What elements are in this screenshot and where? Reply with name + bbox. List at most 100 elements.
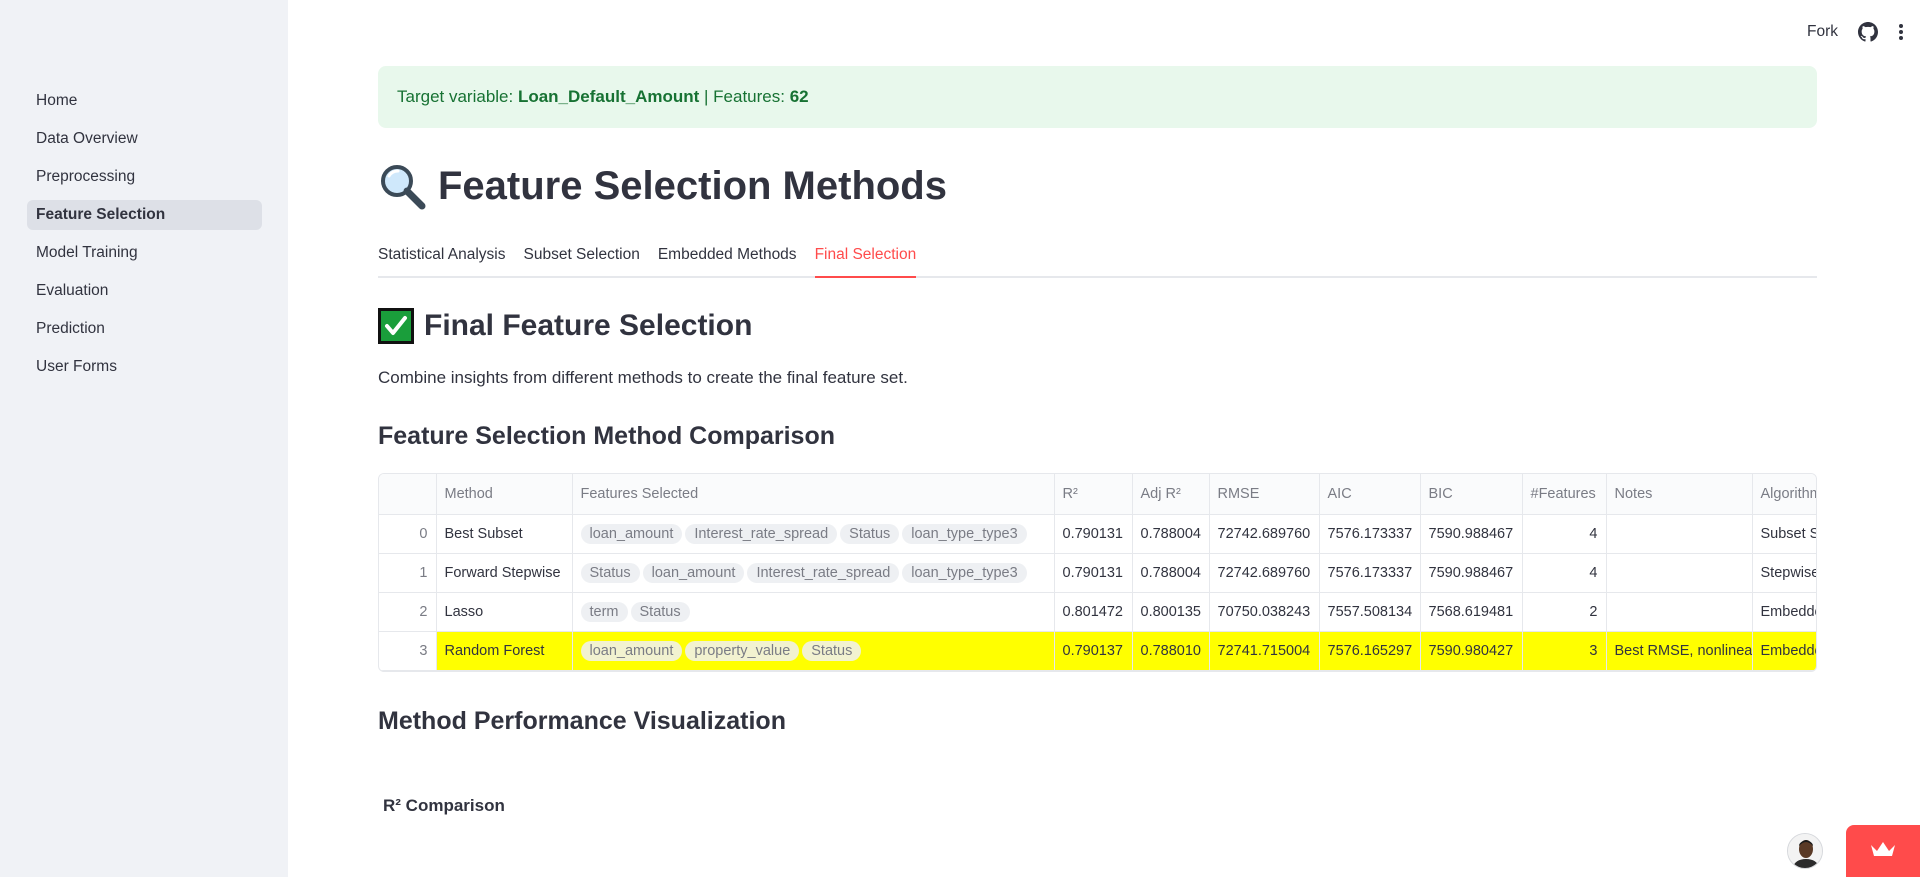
bic-cell[interactable]: 7568.619481: [1420, 592, 1523, 632]
notes-cell[interactable]: [1606, 553, 1753, 593]
table-row[interactable]: 3 Random Forest loan_amount property_value S…: [379, 631, 1816, 671]
rmse-cell[interactable]: 72742.689760: [1209, 514, 1320, 554]
sidebar-item-user-forms[interactable]: User Forms: [27, 352, 262, 382]
features-selected-cell[interactable]: term Status: [572, 592, 1055, 632]
table-header-cell[interactable]: Notes: [1606, 474, 1753, 515]
adj-r2-cell[interactable]: 0.788004: [1132, 514, 1210, 554]
page-title: Feature Selection Methods: [438, 163, 947, 208]
table-row[interactable]: 2 Lasso term Status 0.801472 0.800135 70750.03…: [379, 592, 1816, 632]
table-header-cell[interactable]: R²: [1054, 474, 1133, 515]
num-features-cell[interactable]: 2: [1522, 592, 1607, 632]
check-mark-icon: [378, 308, 414, 344]
success-alert: Target variable: Loan_Default_Amount | F…: [378, 66, 1817, 128]
tab-final-selection[interactable]: Final Selection: [814, 240, 917, 278]
table-header-cell[interactable]: RMSE: [1209, 474, 1320, 515]
num-features-cell[interactable]: 4: [1522, 553, 1607, 593]
r2-cell[interactable]: 0.790131: [1054, 514, 1133, 554]
creator-avatar-icon[interactable]: [1787, 833, 1823, 869]
feature-chip: property_value: [685, 640, 800, 661]
table-header-cell[interactable]: #Features: [1522, 474, 1607, 515]
feature-chip: loan_amount: [580, 523, 683, 544]
sidebar-item-preprocessing[interactable]: Preprocessing: [27, 162, 262, 192]
sidebar-item-prediction[interactable]: Prediction: [27, 314, 262, 344]
aic-cell[interactable]: 7576.165297: [1319, 631, 1421, 671]
adj-r2-cell[interactable]: 0.800135: [1132, 592, 1210, 632]
num-features-cell[interactable]: 3: [1522, 631, 1607, 671]
algorithm-cell[interactable]: Embedde: [1752, 592, 1816, 632]
row-index-cell[interactable]: 1: [379, 553, 437, 593]
sidebar-nav: Home Data Overview Preprocessing Feature Se…: [27, 86, 262, 390]
sidebar: Home Data Overview Preprocessing Feature Se…: [0, 0, 288, 877]
aic-cell[interactable]: 7576.173337: [1319, 553, 1421, 593]
section-title-row: Final Feature Selection: [378, 308, 752, 344]
table-header-cell[interactable]: AIC: [1319, 474, 1421, 515]
r2-cell[interactable]: 0.790131: [1054, 553, 1133, 593]
table-header-cell[interactable]: Algorithm: [1752, 474, 1816, 515]
method-cell[interactable]: Lasso: [436, 592, 573, 632]
table-header-cell[interactable]: [379, 474, 437, 515]
row-index-cell[interactable]: 0: [379, 514, 437, 554]
bic-cell[interactable]: 7590.988467: [1420, 514, 1523, 554]
sidebar-item-home[interactable]: Home: [27, 86, 262, 116]
method-cell[interactable]: Random Forest: [436, 631, 573, 671]
feature-chip: Interest_rate_spread: [685, 523, 838, 544]
sidebar-item-model-training[interactable]: Model Training: [27, 238, 262, 268]
alert-separator: | Features:: [699, 87, 790, 106]
row-index-cell[interactable]: 3: [379, 631, 437, 671]
method-cell[interactable]: Forward Stepwise: [436, 553, 573, 593]
magnifier-icon: [378, 162, 426, 210]
fork-button[interactable]: Fork: [1807, 23, 1838, 41]
feature-chip: loan_type_type3: [902, 523, 1027, 544]
features-selected-cell[interactable]: loan_amount property_value Status: [572, 631, 1055, 671]
table-header-cell[interactable]: Features Selected: [572, 474, 1055, 515]
feature-chip: loan_amount: [580, 640, 683, 661]
algorithm-cell[interactable]: Subset S: [1752, 514, 1816, 554]
features-selected-cell[interactable]: loan_amount Interest_rate_spread Status loa…: [572, 514, 1055, 554]
row-index-cell[interactable]: 2: [379, 592, 437, 632]
feature-chip: Status: [630, 601, 690, 622]
table-header-cell[interactable]: Adj R²: [1132, 474, 1210, 515]
kebab-menu-icon[interactable]: [1898, 23, 1904, 41]
aic-cell[interactable]: 7557.508134: [1319, 592, 1421, 632]
feature-chip: Interest_rate_spread: [747, 562, 900, 583]
notes-cell[interactable]: [1606, 592, 1753, 632]
r2-cell[interactable]: 0.801472: [1054, 592, 1133, 632]
bic-cell[interactable]: 7590.988467: [1420, 553, 1523, 593]
table-row[interactable]: 0 Best Subset loan_amount Interest_rate_spr…: [379, 514, 1816, 554]
top-toolbar: Fork: [1807, 18, 1904, 46]
r2-cell[interactable]: 0.790137: [1054, 631, 1133, 671]
notes-cell[interactable]: Best RMSE, nonlinear: [1606, 631, 1753, 671]
tab-statistical-analysis[interactable]: Statistical Analysis: [378, 240, 506, 278]
table-row[interactable]: 1 Forward Stepwise Status loan_amount Intere…: [379, 553, 1816, 593]
algorithm-cell[interactable]: Stepwise: [1752, 553, 1816, 593]
github-icon[interactable]: [1858, 22, 1878, 42]
sidebar-item-data-overview[interactable]: Data Overview: [27, 124, 262, 154]
comparison-table[interactable]: Method Features Selected R² Adj R² RMSE AIC BI…: [378, 473, 1817, 672]
sidebar-item-evaluation[interactable]: Evaluation: [27, 276, 262, 306]
rmse-cell[interactable]: 72742.689760: [1209, 553, 1320, 593]
feature-chip: Status: [802, 640, 862, 661]
section-description: Combine insights from different methods …: [378, 368, 908, 387]
num-features-cell[interactable]: 4: [1522, 514, 1607, 554]
tab-embedded-methods[interactable]: Embedded Methods: [658, 240, 797, 278]
bic-cell[interactable]: 7590.980427: [1420, 631, 1523, 671]
tab-subset-selection[interactable]: Subset Selection: [524, 240, 640, 278]
method-cell[interactable]: Best Subset: [436, 514, 573, 554]
sidebar-item-feature-selection[interactable]: Feature Selection: [27, 200, 262, 230]
rmse-cell[interactable]: 70750.038243: [1209, 592, 1320, 632]
table-header-cell[interactable]: BIC: [1420, 474, 1523, 515]
feature-chip: Status: [840, 523, 900, 544]
table-header-cell[interactable]: Method: [436, 474, 573, 515]
rmse-cell[interactable]: 72741.715004: [1209, 631, 1320, 671]
adj-r2-cell[interactable]: 0.788010: [1132, 631, 1210, 671]
algorithm-cell[interactable]: Embedde: [1752, 631, 1816, 671]
adj-r2-cell[interactable]: 0.788004: [1132, 553, 1210, 593]
viz-title: Method Performance Visualization: [378, 707, 786, 735]
streamlit-crown-button[interactable]: [1846, 825, 1920, 877]
section-title: Final Feature Selection: [424, 309, 753, 342]
alert-prefix: Target variable:: [397, 87, 518, 106]
notes-cell[interactable]: [1606, 514, 1753, 554]
r2-comparison-title: R² Comparison: [383, 796, 505, 815]
aic-cell[interactable]: 7576.173337: [1319, 514, 1421, 554]
features-selected-cell[interactable]: Status loan_amount Interest_rate_spread loa…: [572, 553, 1055, 593]
